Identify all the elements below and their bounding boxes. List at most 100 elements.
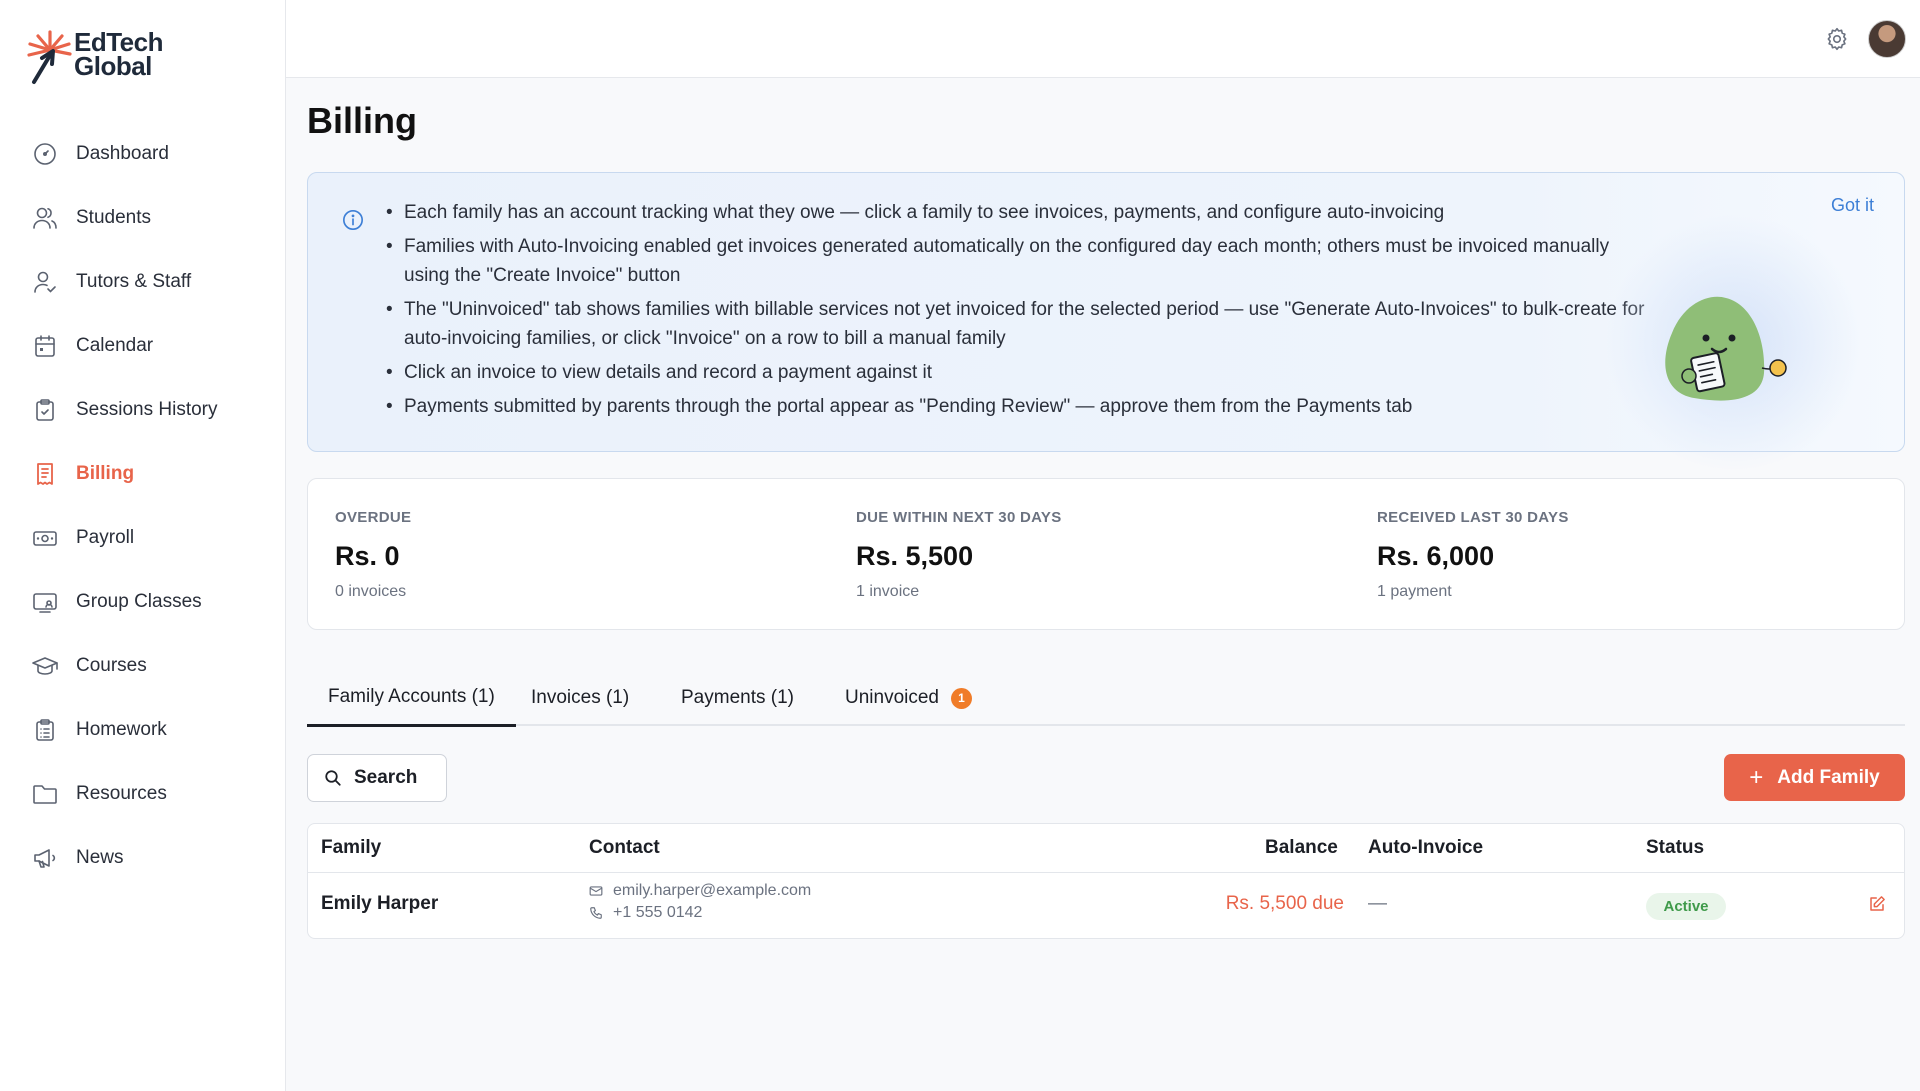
stat-overdue: OVERDUE Rs. 0 0 invoices xyxy=(308,479,828,631)
screen-icon xyxy=(32,589,58,615)
stat-due-next-30: DUE WITHIN NEXT 30 DAYS Rs. 5,500 1 invo… xyxy=(829,479,1349,631)
edit-icon[interactable] xyxy=(1868,895,1886,913)
stat-sub: 0 invoices xyxy=(335,583,407,600)
sidebar-item-label: News xyxy=(76,847,124,868)
billing-tabs: Family Accounts (1) Invoices (1) Payment… xyxy=(307,670,1905,727)
mail-icon xyxy=(589,886,603,896)
megaphone-icon xyxy=(32,845,58,871)
stat-value: Rs. 0 xyxy=(335,541,400,571)
tab-payments[interactable]: Payments (1) xyxy=(660,670,815,726)
tab-label: Payments (1) xyxy=(681,687,794,708)
sidebar-nav: Dashboard Students Tutors & Staff Calend… xyxy=(0,122,286,890)
phone-icon xyxy=(590,907,602,919)
column-header-status[interactable]: Status xyxy=(1646,824,1704,872)
tab-label: Family Accounts (1) xyxy=(328,686,495,707)
column-header-family[interactable]: Family xyxy=(321,824,381,872)
contact-email: emily.harper@example.com xyxy=(589,882,811,900)
family-accounts-table: Family Contact Balance Auto-Invoice Stat… xyxy=(307,823,1905,939)
sidebar-item-label: Courses xyxy=(76,655,147,676)
sidebar-item-label: Billing xyxy=(76,463,135,484)
info-bullet: Click an invoice to view details and rec… xyxy=(386,358,1654,387)
sidebar-item-label: Homework xyxy=(76,719,167,740)
sidebar-item-dashboard[interactable]: Dashboard xyxy=(0,122,286,186)
column-header-balance[interactable]: Balance xyxy=(1265,824,1338,872)
sidebar-item-label: Students xyxy=(76,207,151,228)
user-check-icon xyxy=(32,269,58,295)
search-button-label: Search xyxy=(354,767,418,788)
stats-card: OVERDUE Rs. 0 0 invoices DUE WITHIN NEXT… xyxy=(307,478,1905,630)
sidebar-item-label: Resources xyxy=(76,783,167,804)
tab-uninvoiced[interactable]: Uninvoiced 1 xyxy=(824,670,993,726)
sidebar-item-resources[interactable]: Resources xyxy=(0,762,286,826)
stat-label: RECEIVED LAST 30 DAYS xyxy=(1377,509,1569,526)
email-text: emily.harper@example.com xyxy=(613,882,812,899)
family-name: Emily Harper xyxy=(321,893,439,914)
status-badge: Active xyxy=(1646,893,1726,920)
stat-sub: 1 invoice xyxy=(856,583,920,600)
sidebar-item-label: Dashboard xyxy=(76,143,169,164)
search-icon xyxy=(325,770,341,786)
tab-invoices[interactable]: Invoices (1) xyxy=(510,670,650,726)
tab-family-accounts[interactable]: Family Accounts (1) xyxy=(307,670,516,727)
top-bar xyxy=(286,0,1920,78)
avatar[interactable] xyxy=(1868,20,1906,58)
sidebar-item-label: Tutors & Staff xyxy=(76,271,192,292)
sidebar-item-sessions-history[interactable]: Sessions History xyxy=(0,378,286,442)
sidebar-item-homework[interactable]: Homework xyxy=(0,698,286,762)
sidebar-item-label: Sessions History xyxy=(76,399,218,420)
logo-mark-icon xyxy=(27,30,72,84)
column-header-contact[interactable]: Contact xyxy=(589,824,660,872)
mascot-illustration-icon xyxy=(1665,296,1787,401)
sidebar: EdTech Global Dashboard Students Tutors … xyxy=(0,0,286,1091)
page-title: Billing xyxy=(307,100,417,141)
clipboard-check-icon xyxy=(32,397,58,423)
table-row[interactable]: Emily Harper emily.harper@example.com +1… xyxy=(308,873,1904,939)
balance-due: Rs. 5,500 due xyxy=(1225,893,1344,914)
brand-logo[interactable]: EdTech Global xyxy=(26,29,163,86)
uninvoiced-count-badge: 1 xyxy=(951,687,972,709)
phone-text: +1 555 0142 xyxy=(613,904,703,921)
column-header-auto-invoice[interactable]: Auto-Invoice xyxy=(1368,824,1483,872)
banknote-icon xyxy=(32,525,58,551)
info-bullet: Each family has an account tracking what… xyxy=(386,198,1654,227)
search-button[interactable]: Search xyxy=(307,754,447,802)
stat-received-last-30: RECEIVED LAST 30 DAYS Rs. 6,000 1 paymen… xyxy=(1350,479,1870,631)
info-bullet-list: Each family has an account tracking what… xyxy=(386,198,1654,426)
stat-value: Rs. 5,500 xyxy=(856,541,974,571)
clipboard-list-icon xyxy=(32,717,58,743)
sidebar-item-label: Calendar xyxy=(76,335,154,356)
graduation-cap-icon xyxy=(32,653,58,679)
plus-icon: + xyxy=(1749,763,1764,791)
stat-sub: 1 payment xyxy=(1377,583,1452,600)
info-bullet: Payments submitted by parents through th… xyxy=(386,392,1654,421)
tab-label: Invoices (1) xyxy=(531,687,630,708)
brand-name: EdTech Global xyxy=(74,29,163,81)
brand-line2: Global xyxy=(74,51,152,81)
sidebar-item-calendar[interactable]: Calendar xyxy=(0,314,286,378)
info-bullet: Families with Auto-Invoicing enabled get… xyxy=(386,232,1654,290)
users-icon xyxy=(32,205,58,231)
auto-invoice-value: — xyxy=(1368,893,1387,914)
dashboard-icon xyxy=(32,141,58,167)
add-family-button[interactable]: + Add Family xyxy=(1724,754,1905,801)
sidebar-item-billing[interactable]: Billing xyxy=(0,442,286,506)
got-it-button[interactable]: Got it xyxy=(1831,195,1874,216)
contact-phone: +1 555 0142 xyxy=(589,904,811,922)
tab-label: Uninvoiced xyxy=(845,687,939,708)
sidebar-item-payroll[interactable]: Payroll xyxy=(0,506,286,570)
sidebar-item-courses[interactable]: Courses xyxy=(0,634,286,698)
stat-value: Rs. 6,000 xyxy=(1377,541,1495,571)
info-icon xyxy=(343,210,363,230)
gear-icon[interactable] xyxy=(1824,26,1850,52)
contact-cell: emily.harper@example.com +1 555 0142 xyxy=(589,882,811,922)
calendar-icon xyxy=(32,333,58,359)
sidebar-item-label: Payroll xyxy=(76,527,135,548)
folder-icon xyxy=(32,781,58,807)
sidebar-item-students[interactable]: Students xyxy=(0,186,286,250)
stat-label: OVERDUE xyxy=(335,509,412,526)
sidebar-item-group-classes[interactable]: Group Classes xyxy=(0,570,286,634)
info-banner: Each family has an account tracking what… xyxy=(307,172,1905,473)
receipt-icon xyxy=(32,461,58,487)
sidebar-item-news[interactable]: News xyxy=(0,826,286,890)
sidebar-item-tutors-staff[interactable]: Tutors & Staff xyxy=(0,250,286,314)
